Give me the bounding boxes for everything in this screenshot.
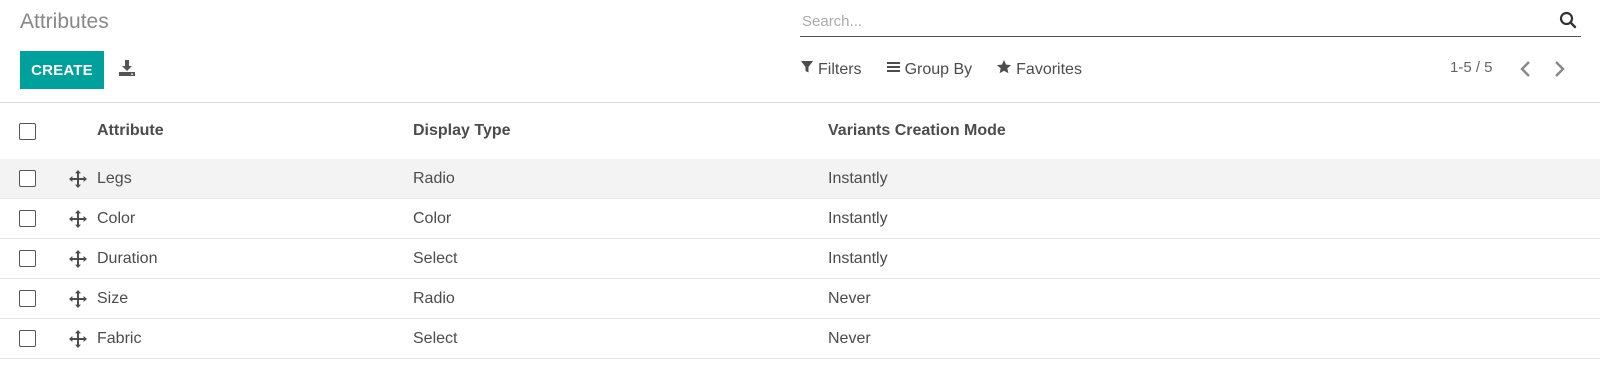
table-row[interactable]: Duration Select Instantly (0, 239, 1600, 279)
cell-attribute: Fabric (97, 329, 142, 347)
table-header: Attribute Display Type Variants Creation… (0, 103, 1600, 159)
cell-variants-creation-mode: Never (828, 289, 871, 307)
move-arrows-icon[interactable] (69, 249, 87, 268)
row-checkbox[interactable] (19, 330, 36, 347)
cell-display-type: Select (413, 249, 458, 267)
column-header-display-type[interactable]: Display Type (413, 122, 511, 140)
search-options: Filters Group By Favorites (800, 59, 1106, 80)
cell-display-type: Radio (413, 169, 455, 187)
favorites-button[interactable]: Favorites (996, 59, 1082, 80)
favorites-label: Favorites (1016, 60, 1082, 78)
search-icon[interactable] (1559, 11, 1579, 31)
column-header-variants-creation-mode[interactable]: Variants Creation Mode (828, 122, 1006, 140)
cell-variants-creation-mode: Instantly (828, 249, 888, 267)
pager-value[interactable]: 1-5 / 5 (1450, 59, 1493, 76)
cell-display-type: Radio (413, 289, 455, 307)
star-icon (996, 59, 1016, 80)
row-checkbox[interactable] (19, 170, 36, 187)
move-arrows-icon[interactable] (69, 209, 87, 228)
cell-attribute: Duration (97, 249, 158, 267)
filter-icon (800, 60, 818, 79)
create-button[interactable]: CREATE (20, 51, 104, 89)
cell-display-type: Color (413, 209, 452, 227)
table-row[interactable]: Size Radio Never (0, 279, 1600, 319)
select-all-checkbox[interactable] (19, 122, 36, 140)
table-row[interactable]: Color Color Instantly (0, 199, 1600, 239)
row-checkbox[interactable] (19, 290, 36, 307)
bars-icon (886, 60, 905, 79)
move-arrows-icon[interactable] (69, 169, 87, 188)
cell-attribute: Legs (97, 169, 132, 187)
search-bar (800, 9, 1581, 37)
download-icon[interactable] (117, 58, 139, 80)
breadcrumb: Attributes (20, 10, 109, 33)
cell-attribute: Color (97, 209, 136, 227)
cell-attribute: Size (97, 289, 129, 307)
row-checkbox[interactable] (19, 250, 36, 267)
group-by-label: Group By (904, 60, 973, 78)
column-header-attribute[interactable]: Attribute (97, 122, 164, 140)
attributes-list: Attribute Display Type Variants Creation… (0, 102, 1600, 359)
table-row[interactable]: Fabric Select Never (0, 319, 1600, 359)
chevron-right-icon[interactable] (1552, 60, 1568, 78)
search-input[interactable] (800, 9, 1540, 33)
row-checkbox[interactable] (19, 210, 36, 227)
move-arrows-icon[interactable] (69, 289, 87, 308)
cell-variants-creation-mode: Instantly (828, 169, 888, 187)
table-row[interactable]: Legs Radio Instantly (0, 159, 1600, 199)
group-by-button[interactable]: Group By (886, 60, 973, 79)
filters-label: Filters (818, 60, 862, 78)
move-arrows-icon[interactable] (69, 329, 87, 348)
cell-display-type: Select (413, 329, 458, 347)
cell-variants-creation-mode: Never (828, 329, 871, 347)
cell-variants-creation-mode: Instantly (828, 209, 888, 227)
chevron-left-icon[interactable] (1519, 60, 1535, 78)
filters-button[interactable]: Filters (800, 60, 862, 79)
